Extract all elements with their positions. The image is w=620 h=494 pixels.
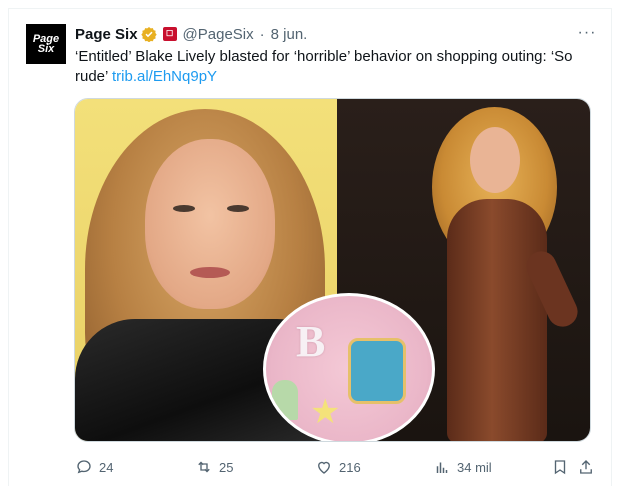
tweet-date[interactable]: 8 jun. (271, 26, 308, 43)
verified-badge-icon (140, 27, 157, 42)
star-pin: ★ (310, 393, 341, 431)
repost-button[interactable]: 25 (195, 458, 233, 476)
like-button[interactable]: 216 (315, 458, 361, 476)
bookmark-button[interactable] (551, 458, 569, 476)
tweet-text: ‘Entitled’ Blake Lively blasted for ‘hor… (75, 47, 595, 87)
eye (227, 205, 249, 212)
more-icon[interactable]: ··· (575, 24, 599, 42)
views-count: 34 mil (457, 459, 492, 475)
reply-count: 24 (99, 459, 114, 475)
share-button[interactable] (577, 458, 595, 476)
tweet-header: Page Six ☐ @PageSix · 8 jun. ··· (75, 24, 599, 44)
separator-dot: · (259, 25, 265, 43)
repost-icon (198, 461, 210, 473)
lips (190, 267, 230, 278)
eye (173, 205, 195, 212)
views-button[interactable]: 34 mil (433, 458, 492, 476)
face (470, 127, 520, 193)
bookmark-icon (554, 460, 566, 475)
ice-cream-pin (272, 380, 298, 420)
tweet-media-image[interactable]: B ★ (74, 98, 591, 442)
avatar[interactable]: Page Six (26, 24, 66, 64)
like-count: 216 (339, 459, 361, 475)
like-icon (318, 461, 330, 474)
tweet-card[interactable]: Page Six Page Six ☐ @PageSix · 8 jun. ··… (8, 8, 612, 486)
reply-icon (77, 460, 91, 474)
avatar-text: Six (37, 43, 55, 55)
share-icon (580, 460, 592, 474)
author-handle[interactable]: @PageSix (183, 26, 254, 43)
pin-letter: B (296, 317, 326, 366)
affiliate-badge-icon: ☐ (162, 27, 177, 41)
reply-button[interactable]: 24 (75, 458, 113, 476)
face (145, 139, 275, 309)
tweet-actions: 24 25 216 34 mil (75, 458, 595, 478)
author-name[interactable]: Page Six (75, 26, 138, 43)
repost-count: 25 (219, 459, 234, 475)
ferris-wheel-pin (348, 338, 406, 404)
tweet-link[interactable]: trib.al/EhNq9pY (112, 68, 217, 85)
leather-outfit (447, 199, 547, 441)
inset-circle: B ★ (263, 293, 435, 441)
views-icon (436, 462, 448, 473)
